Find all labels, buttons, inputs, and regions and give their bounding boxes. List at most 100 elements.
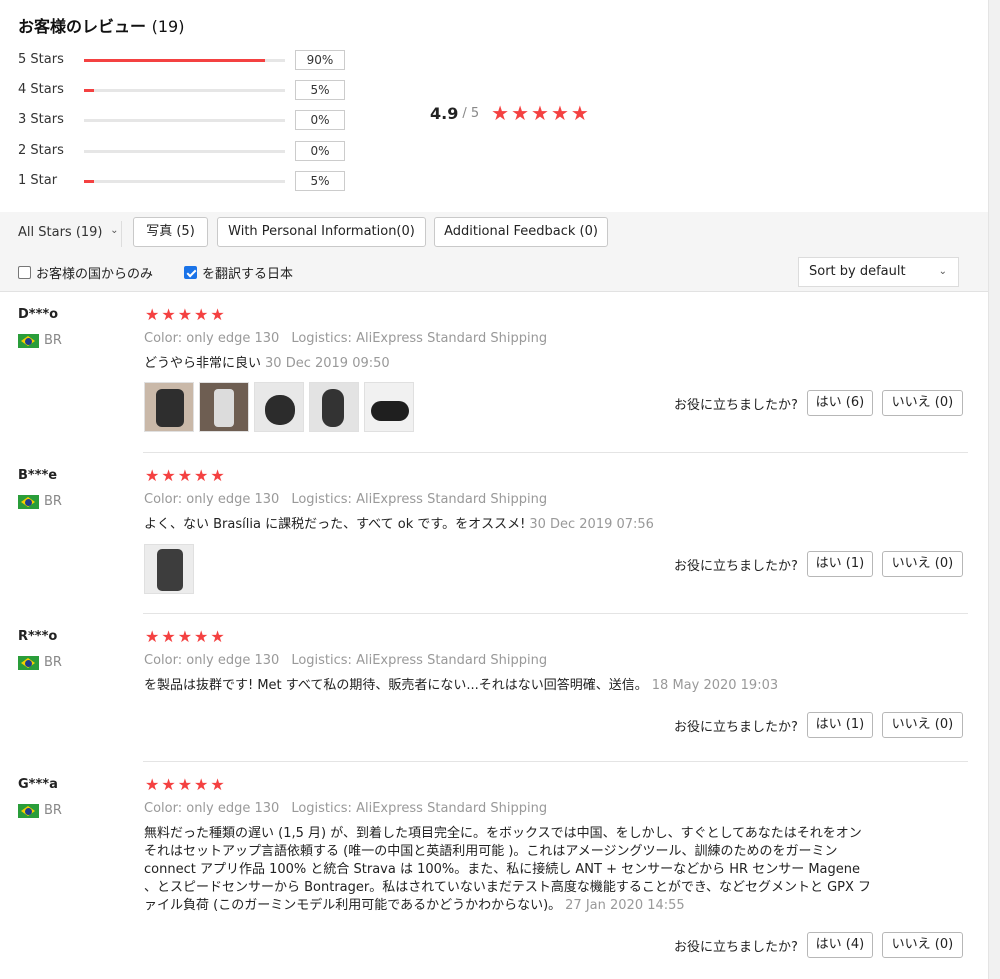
reviews-title-text: お客様のレビュー	[18, 17, 147, 36]
star-icon: ★	[161, 627, 176, 646]
review-sku-info: Color: only edge 130 Logistics: AliExpres…	[144, 801, 547, 816]
helpful-no-button[interactable]: いいえ (0)	[881, 551, 963, 577]
logistics-label: Logistics:	[291, 331, 352, 346]
review-date: 18 May 2020 19:03	[651, 678, 779, 693]
review-sku-info: Color: only edge 130 Logistics: AliExpres…	[144, 653, 547, 668]
rating-bar-fill	[84, 59, 265, 62]
color-label: Color:	[144, 331, 183, 346]
color-value: only edge 130	[186, 492, 280, 507]
rating-percent: 90%	[295, 50, 345, 70]
star-filter-label: All Stars (19)	[18, 225, 103, 240]
helpful-no-button[interactable]: いいえ (0)	[881, 712, 963, 738]
star-icon: ★	[161, 305, 176, 324]
review-photo-thumbnail[interactable]	[254, 382, 304, 432]
divider	[121, 221, 122, 247]
review-text: 無料だった種類の遅い (1,5 月) が、到着した項目完全に。をボックスでは中国…	[144, 825, 872, 915]
review-divider	[143, 761, 968, 762]
rating-row-1[interactable]: 1 Star 5%	[18, 170, 348, 192]
star-icon: ★	[570, 101, 589, 125]
logistics-value: AliExpress Standard Shipping	[356, 492, 548, 507]
sort-label: Sort by default	[809, 264, 906, 279]
brazil-flag-icon	[18, 494, 39, 509]
star-icon: ★	[531, 101, 549, 125]
review-photos	[144, 382, 419, 432]
country-only-checkbox[interactable]	[18, 266, 31, 279]
reviewer-country: BR	[18, 494, 62, 509]
rating-percent: 0%	[295, 141, 345, 161]
photos-filter-button[interactable]: 写真 (5)	[133, 217, 208, 247]
rating-summary: お客様のレビュー (19) 5 Stars 90% 4 Stars 5% 3 S…	[0, 0, 988, 212]
helpful-question: お役に立ちましたか?	[674, 719, 798, 735]
star-filter-dropdown[interactable]: All Stars (19) ⌄	[18, 225, 119, 245]
rating-bar	[84, 59, 285, 62]
logistics-label: Logistics:	[291, 801, 352, 816]
star-icon: ★	[161, 466, 176, 485]
review-body: よく、ない Brasília に課税だった、すべて ok です。をオススメ!	[144, 517, 526, 532]
review-divider	[143, 452, 968, 453]
rating-label: 4 Stars	[18, 82, 64, 97]
rating-label: 2 Stars	[18, 143, 64, 158]
rating-percent: 0%	[295, 110, 345, 130]
rating-bar	[84, 119, 285, 122]
helpful-yes-button[interactable]: はい (1)	[806, 551, 873, 577]
star-icon: ★	[210, 466, 225, 485]
sort-dropdown[interactable]: Sort by default ⌄	[798, 257, 959, 287]
helpful-no-button[interactable]: いいえ (0)	[881, 932, 963, 958]
review-stars: ★ ★ ★ ★ ★	[145, 307, 227, 323]
additional-feedback-filter-button[interactable]: Additional Feedback (0)	[434, 217, 608, 247]
reviewer-name: B***e	[18, 468, 58, 483]
star-icon: ★	[161, 775, 176, 794]
helpful-vote: お役に立ちましたか? はい (1) いいえ (0)	[674, 551, 972, 577]
star-icon: ★	[145, 775, 160, 794]
reviews-section: お客様のレビュー (19) 5 Stars 90% 4 Stars 5% 3 S…	[0, 0, 988, 958]
page-scrollbar[interactable]	[988, 0, 1000, 979]
logistics-value: AliExpress Standard Shipping	[356, 801, 548, 816]
rating-row-5[interactable]: 5 Stars 90%	[18, 49, 348, 71]
translate-checkbox[interactable]	[184, 266, 197, 279]
review-photo-thumbnail[interactable]	[199, 382, 249, 432]
star-icon: ★	[145, 305, 160, 324]
country-only-option[interactable]: お客様の国からのみ	[18, 263, 153, 282]
review-photo-thumbnail[interactable]	[144, 544, 194, 594]
overall-stars: ★ ★ ★ ★ ★	[491, 103, 591, 123]
helpful-vote: お役に立ちましたか? はい (1) いいえ (0)	[674, 712, 972, 738]
review-body: 無料だった種類の遅い (1,5 月) が、到着した項目完全に。をボックスでは中国…	[144, 826, 872, 913]
reviews-count: (19)	[151, 17, 185, 36]
helpful-question: お役に立ちましたか?	[674, 558, 798, 574]
review-filter-bar: All Stars (19) ⌄ 写真 (5) With Personal In…	[0, 212, 988, 292]
review-date: 30 Dec 2019 09:50	[265, 356, 390, 371]
reviewer-name: R***o	[18, 629, 58, 644]
personal-info-filter-button[interactable]: With Personal Information(0)	[217, 217, 426, 247]
brazil-flag-icon	[18, 803, 39, 818]
review-sku-info: Color: only edge 130 Logistics: AliExpres…	[144, 331, 547, 346]
rating-row-2[interactable]: 2 Stars 0%	[18, 140, 348, 162]
helpful-yes-button[interactable]: はい (6)	[806, 390, 873, 416]
reviews-title: お客様のレビュー (19)	[18, 13, 184, 37]
chevron-down-icon: ⌄	[938, 266, 947, 277]
review-sku-info: Color: only edge 130 Logistics: AliExpres…	[144, 492, 547, 507]
star-icon: ★	[177, 627, 193, 646]
country-code: BR	[44, 803, 62, 818]
rating-label: 5 Stars	[18, 52, 64, 67]
review-photo-thumbnail[interactable]	[144, 382, 194, 432]
overall-rating: 4.9 / 5 ★ ★ ★ ★ ★	[430, 103, 591, 123]
translate-option[interactable]: を翻訳する日本	[184, 263, 293, 282]
star-icon: ★	[491, 101, 510, 125]
review-photo-thumbnail[interactable]	[364, 382, 414, 432]
review-body: どうやら非常に良い	[144, 356, 262, 371]
helpful-no-button[interactable]: いいえ (0)	[881, 390, 963, 416]
helpful-yes-button[interactable]: はい (1)	[806, 712, 873, 738]
review-text: よく、ない Brasília に課税だった、すべて ok です。をオススメ! 30…	[144, 516, 872, 534]
review-photos	[144, 544, 199, 594]
review-photo-thumbnail[interactable]	[309, 382, 359, 432]
star-icon: ★	[511, 101, 530, 125]
rating-row-4[interactable]: 4 Stars 5%	[18, 79, 348, 101]
rating-out-of: / 5	[462, 105, 480, 121]
review-stars: ★ ★ ★ ★ ★	[145, 468, 227, 484]
rating-row-3[interactable]: 3 Stars 0%	[18, 109, 348, 131]
review-divider	[143, 613, 968, 614]
helpful-yes-button[interactable]: はい (4)	[806, 932, 873, 958]
average-rating: 4.9	[430, 103, 459, 123]
color-value: only edge 130	[186, 801, 280, 816]
review-stars: ★ ★ ★ ★ ★	[145, 629, 227, 645]
